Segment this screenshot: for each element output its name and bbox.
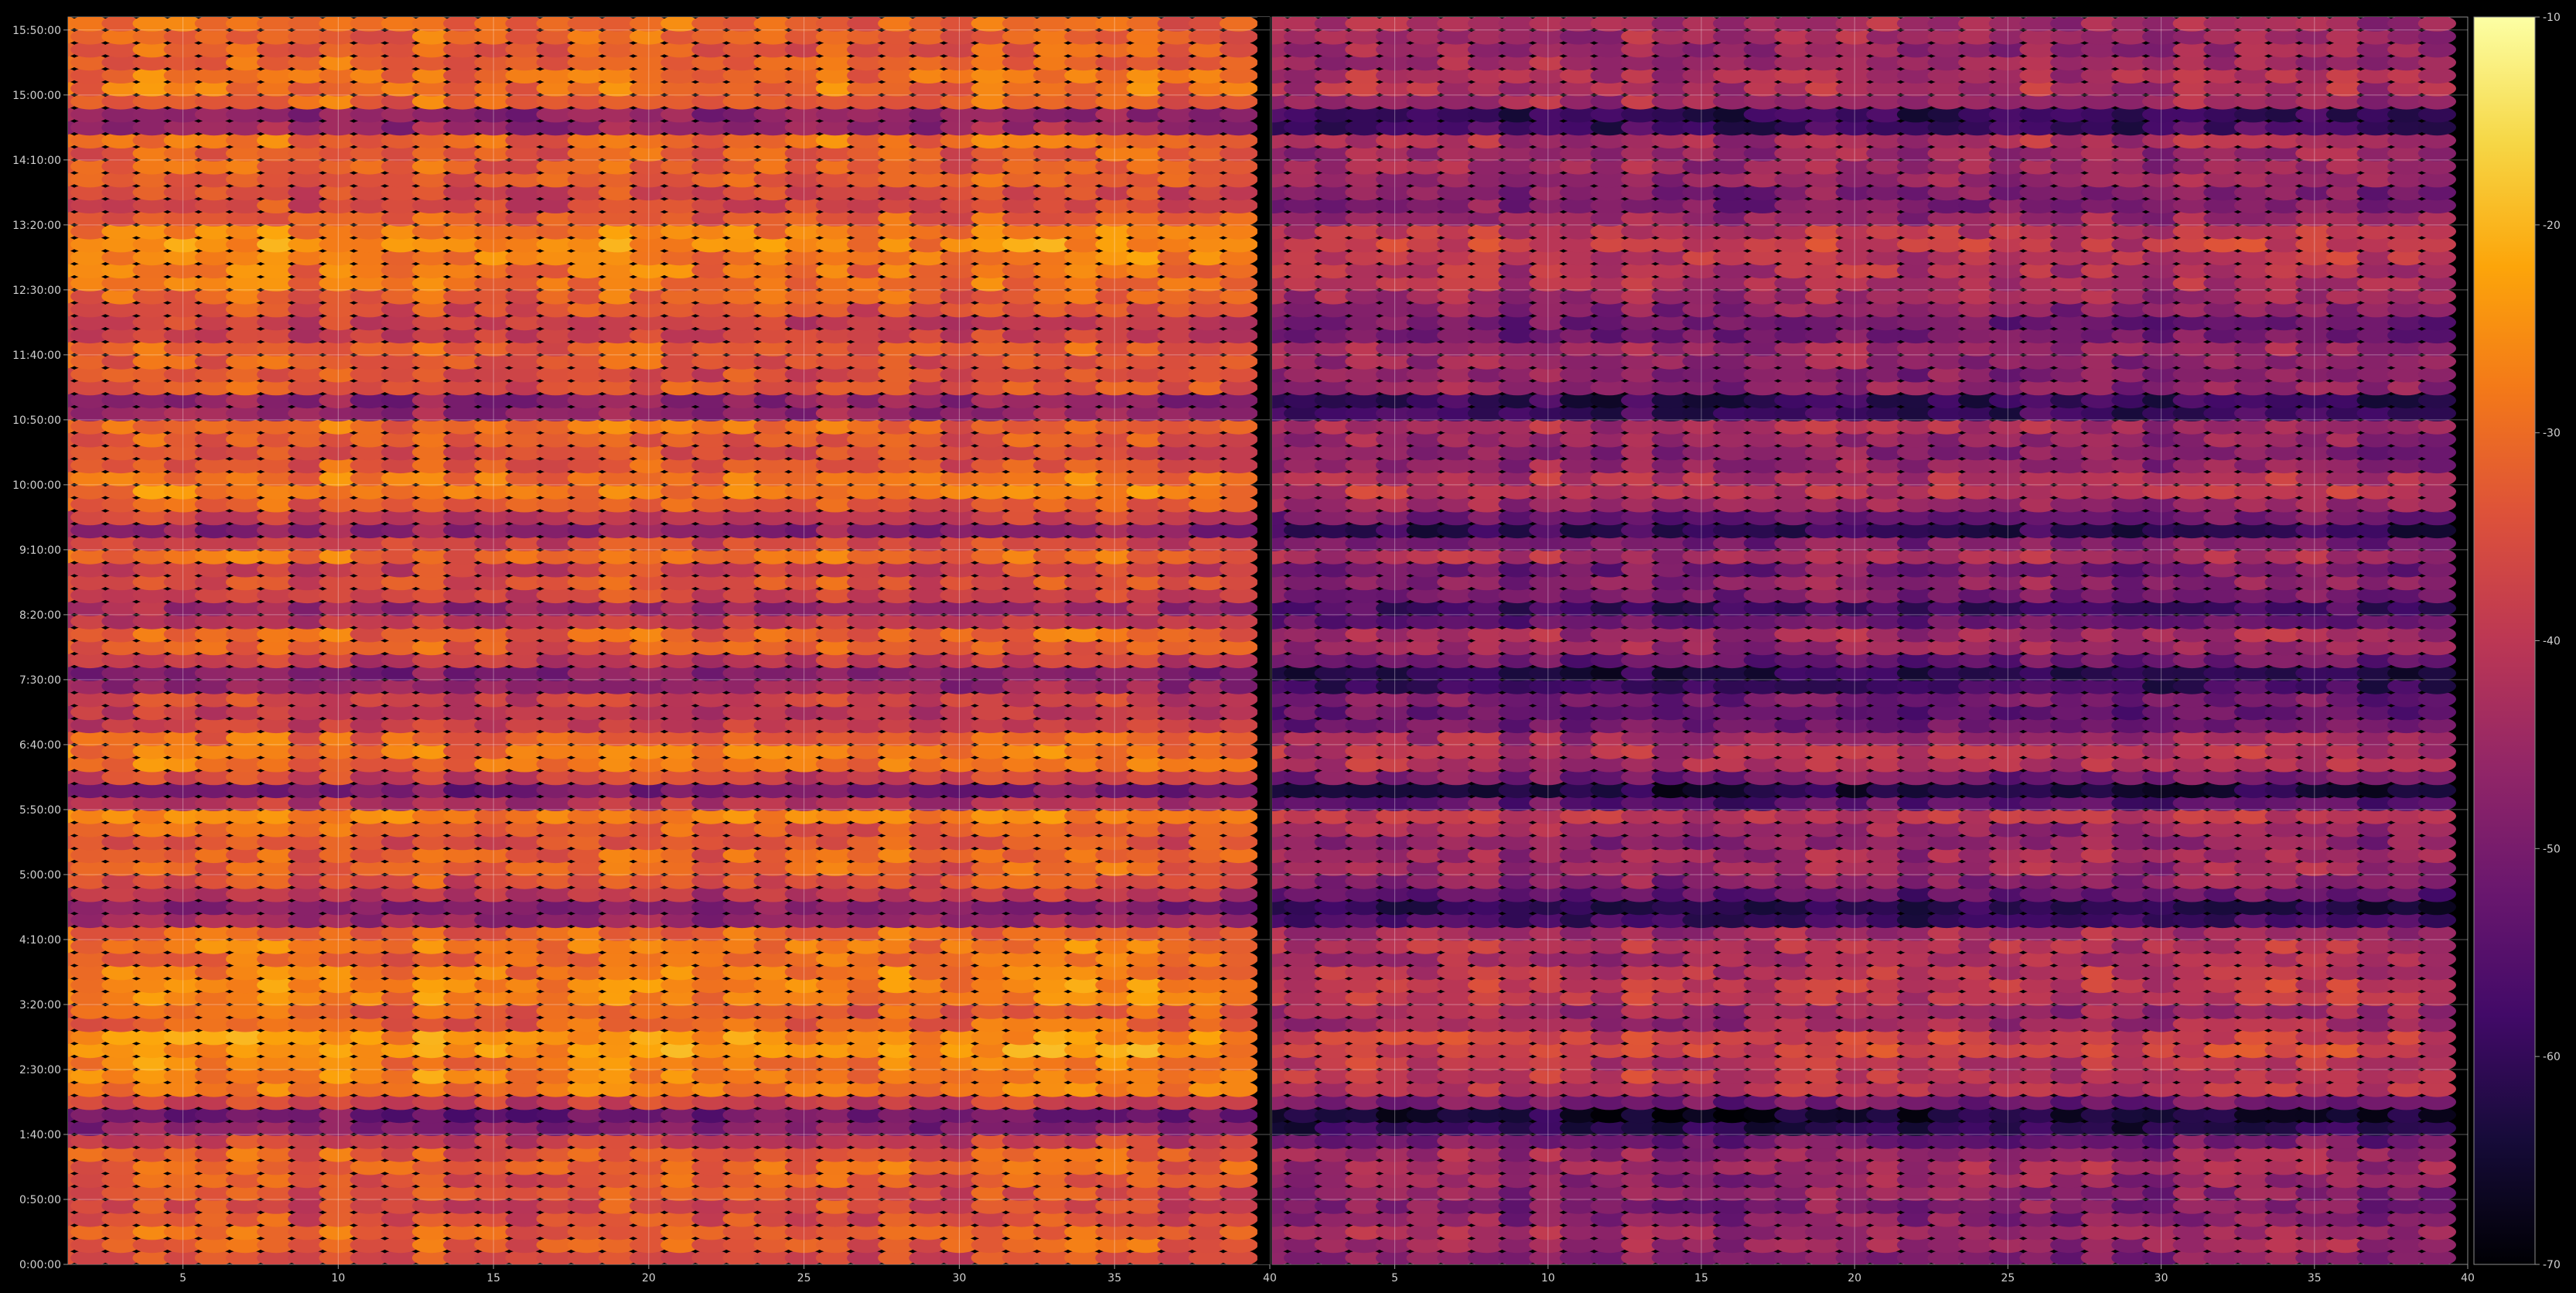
heatmap-panel-right (1271, 16, 2469, 1265)
heatmap-panel-left (67, 16, 1271, 1265)
heatmap-chart: 0:00:000:50:001:40:002:30:003:20:004:10:… (12, 12, 2561, 1284)
blank-column (1257, 17, 1270, 1264)
heatmap-cell (1219, 17, 1258, 32)
